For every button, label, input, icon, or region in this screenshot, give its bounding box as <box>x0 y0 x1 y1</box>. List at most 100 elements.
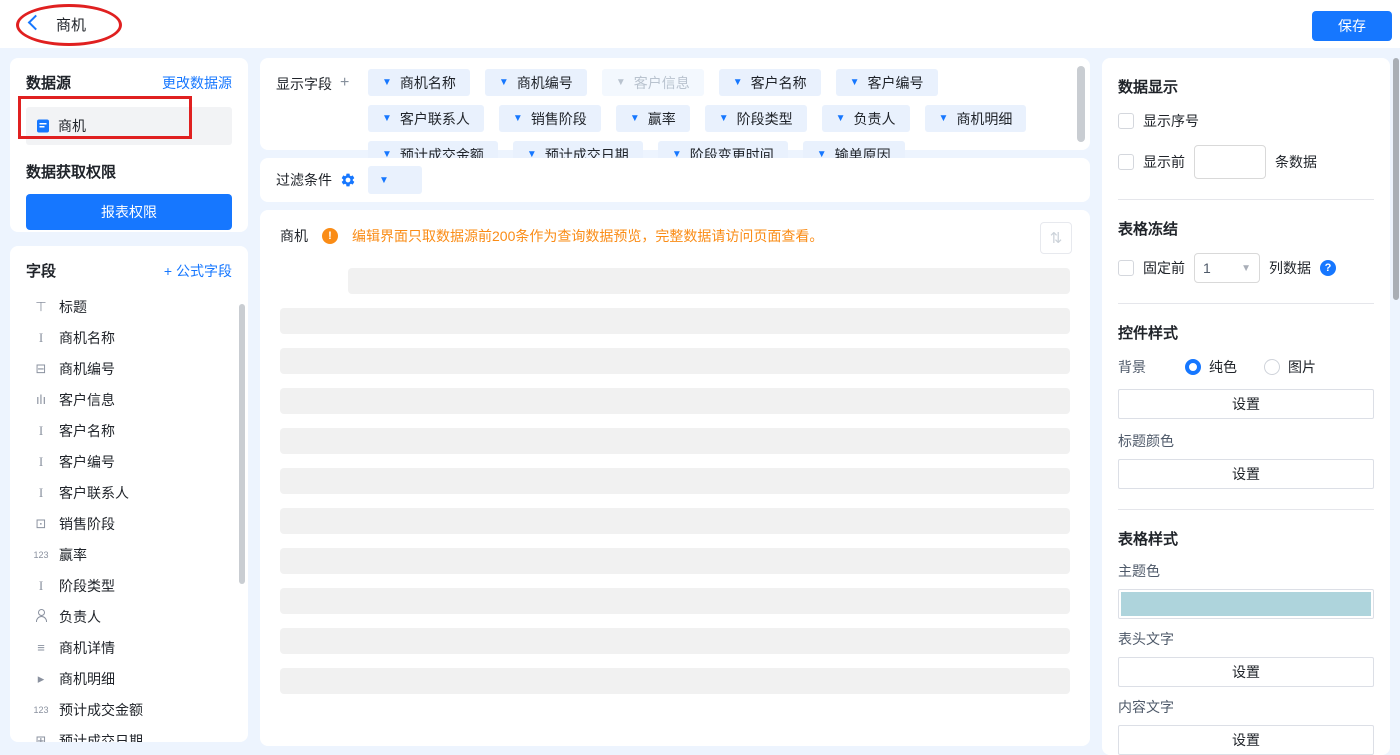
field-item[interactable]: ≡ 商机详情 <box>26 632 232 663</box>
field-item[interactable]: ▸商机明细 <box>26 663 232 694</box>
field-item-label: 商机名称 <box>59 328 115 348</box>
page-scrollbar[interactable] <box>1393 58 1399 300</box>
display-field-tag[interactable]: ▼阶段类型 <box>705 105 807 132</box>
text-field-icon: I <box>32 578 50 594</box>
display-field-tag-label: 商机明细 <box>956 109 1012 129</box>
chevron-down-icon: ▼ <box>850 77 860 88</box>
display-field-tag-label: 销售阶段 <box>531 109 587 129</box>
display-field-tag[interactable]: ▼ 销售阶段 <box>499 105 601 132</box>
display-field-tag[interactable]: ▼商机明细 <box>925 105 1027 132</box>
field-item-label: 商机详情 <box>59 638 115 658</box>
display-field-tag-label: 客户名称 <box>751 73 807 93</box>
change-datasource-link[interactable]: 更改数据源 <box>162 73 232 93</box>
tags-scrollbar[interactable] <box>1077 66 1085 142</box>
skeleton-row <box>280 428 1070 454</box>
display-field-tag[interactable]: ▼客户信息 <box>602 69 704 96</box>
field-item[interactable]: ⊞预计成交日期 <box>26 725 232 742</box>
field-item-label: 商机明细 <box>59 669 115 689</box>
field-item[interactable]: ⊡销售阶段 <box>26 508 232 539</box>
table-style-title: 表格样式 <box>1118 528 1374 549</box>
display-field-tag[interactable]: ▼负责人 <box>822 105 910 132</box>
field-item[interactable]: 123赢率 <box>26 539 232 570</box>
header-text-set-button[interactable]: 设置 <box>1118 657 1374 687</box>
field-item[interactable]: ⊤标题 <box>26 291 232 322</box>
display-field-tags: ▼商机名称▼商机编号▼客户信息▼客户名称▼客户编号▼客户联系人▼销售阶段▼赢率▼… <box>368 69 1074 139</box>
skeleton-row <box>280 628 1070 654</box>
field-item-label: 客户名称 <box>59 421 115 441</box>
help-icon[interactable]: ? <box>1320 260 1336 276</box>
skeleton-row <box>280 348 1070 374</box>
gear-icon[interactable] <box>340 172 356 188</box>
warning-icon: ! <box>322 228 338 244</box>
field-item[interactable]: I 客户名称 <box>26 415 232 446</box>
display-fields-card: 显示字段 + ▼商机名称▼商机编号▼客户信息▼客户名称▼客户编号▼客户联系人▼销… <box>260 58 1090 150</box>
show-first-label: 显示前 <box>1143 152 1185 172</box>
field-item[interactable]: 负责人 <box>26 601 232 632</box>
field-item[interactable]: I客户编号 <box>26 446 232 477</box>
image-label: 图片 <box>1288 357 1316 377</box>
display-field-tag-label: 商机名称 <box>400 73 456 93</box>
theme-color-picker[interactable] <box>1118 589 1374 619</box>
solid-color-radio[interactable] <box>1185 359 1201 375</box>
show-index-checkbox[interactable] <box>1118 113 1134 129</box>
fields-scrollbar[interactable] <box>239 304 245 584</box>
display-field-tag[interactable]: ▼商机名称 <box>368 69 470 96</box>
chevron-down-icon: ▼ <box>499 77 509 88</box>
chevron-down-icon: ▼ <box>616 77 626 88</box>
display-field-tag[interactable]: ▼赢率 <box>616 105 690 132</box>
add-formula-field-link[interactable]: + 公式字段 <box>164 261 232 281</box>
theme-color-label: 主题色 <box>1118 561 1374 581</box>
skeleton-row <box>280 468 1070 494</box>
sort-icon: ⇅ <box>1050 229 1063 247</box>
content-text-set-button[interactable]: 设置 <box>1118 725 1374 755</box>
save-button[interactable]: 保存 <box>1312 11 1392 41</box>
chevron-down-icon: ▼ <box>630 113 640 124</box>
field-item[interactable]: ⊟商机编号 <box>26 353 232 384</box>
field-item-label: 客户联系人 <box>59 483 129 503</box>
background-set-button[interactable]: 设置 <box>1118 389 1374 419</box>
field-item[interactable]: I客户联系人 <box>26 477 232 508</box>
skeleton-row <box>280 308 1070 334</box>
datasource-title: 数据源 <box>26 72 71 93</box>
chevron-down-icon: ▼ <box>719 113 729 124</box>
field-item-label: 客户编号 <box>59 452 115 472</box>
theme-color-swatch <box>1121 592 1371 616</box>
preview-warning-text: 编辑界面只取数据源前200条作为查询数据预览，完整数据请访问页面查看。 <box>352 226 823 246</box>
title-color-set-button[interactable]: 设置 <box>1118 459 1374 489</box>
lookup-field-icon: ılı <box>32 392 50 407</box>
fix-first-checkbox[interactable] <box>1118 260 1134 276</box>
add-display-field-icon[interactable]: + <box>340 74 349 92</box>
number-field-icon: 123 <box>32 705 50 715</box>
skeleton-loading-area <box>280 268 1070 694</box>
detail-field-icon: ≡ <box>32 640 50 655</box>
show-first-checkbox[interactable] <box>1118 154 1134 170</box>
number-field-icon: 123 <box>32 550 50 560</box>
field-item[interactable]: 123 预计成交金额 <box>26 694 232 725</box>
document-icon <box>36 119 50 133</box>
display-field-tag[interactable]: ▼客户名称 <box>719 69 821 96</box>
display-field-tag[interactable]: ▼商机编号 <box>485 69 587 96</box>
display-field-tag[interactable]: ▼客户联系人 <box>368 105 484 132</box>
text-field-icon: I <box>32 423 50 439</box>
show-index-label: 显示序号 <box>1143 111 1199 131</box>
field-item-label: 商机编号 <box>59 359 115 379</box>
field-item[interactable]: I商机名称 <box>26 322 232 353</box>
report-permission-button[interactable]: 报表权限 <box>26 194 232 230</box>
datasource-item[interactable]: 商机 <box>26 107 232 145</box>
field-item[interactable]: ılı客户信息 <box>26 384 232 415</box>
fix-columns-select[interactable]: 1 ▼ <box>1194 253 1260 283</box>
back-icon[interactable] <box>28 15 44 31</box>
show-first-count-input[interactable] <box>1194 145 1266 179</box>
divider <box>1118 303 1374 304</box>
chevron-down-icon: ▼ <box>513 113 523 124</box>
sort-button[interactable]: ⇅ <box>1040 222 1072 254</box>
filter-card: 过滤条件 ▼ <box>260 158 1090 202</box>
data-permission-title: 数据获取权限 <box>26 161 232 182</box>
chevron-down-icon: ▼ <box>1241 263 1251 274</box>
chevron-down-icon: ▼ <box>382 113 392 124</box>
filter-dropdown[interactable]: ▼ <box>368 166 422 194</box>
field-item-label: 预计成交金额 <box>59 700 143 720</box>
field-item[interactable]: I阶段类型 <box>26 570 232 601</box>
display-field-tag[interactable]: ▼客户编号 <box>836 69 938 96</box>
image-radio[interactable] <box>1264 359 1280 375</box>
